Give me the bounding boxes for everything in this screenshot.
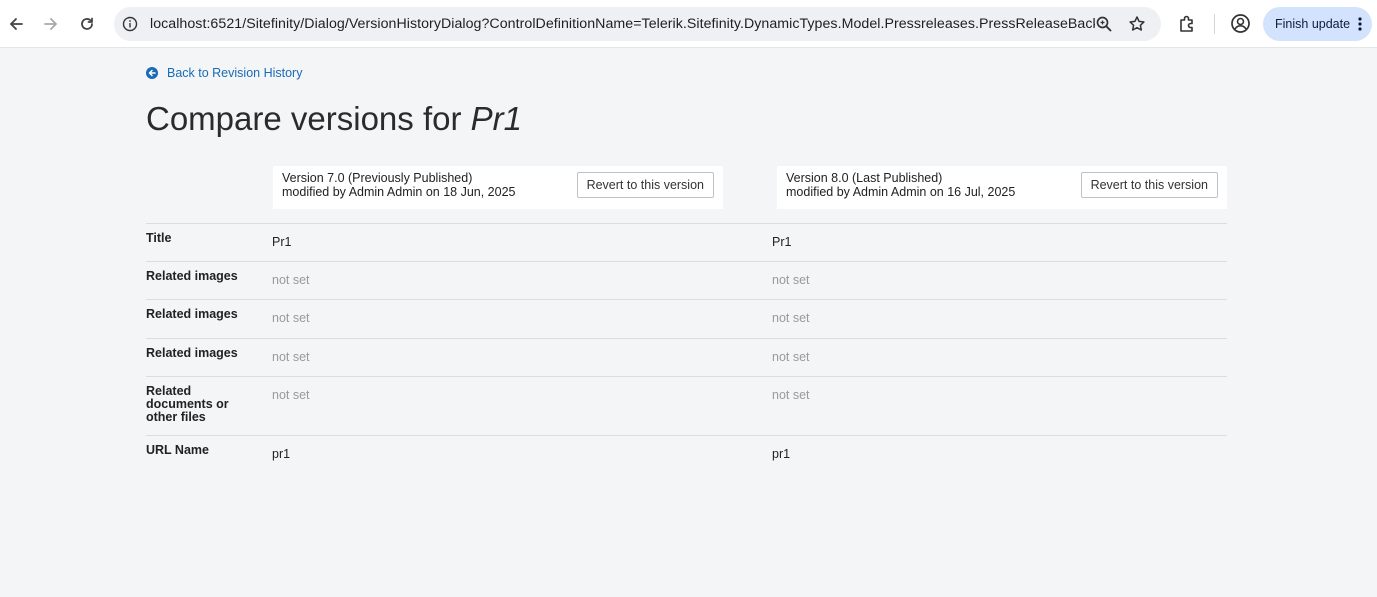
info-icon[interactable] <box>122 16 138 32</box>
version-title: Version 8.0 (Last Published) <box>786 171 943 185</box>
field-label: Related images <box>146 269 238 283</box>
compare-table: Title Pr1 Pr1 Related images not set not… <box>146 223 1227 473</box>
arrow-right-icon <box>44 18 57 30</box>
table-row: URL Name pr1 pr1 <box>146 435 1227 473</box>
field-value-last: not set <box>772 388 810 402</box>
field-value-last: not set <box>772 350 810 364</box>
field-label: Related images <box>146 307 238 321</box>
page-title-prefix: Compare versions for <box>146 100 462 137</box>
field-value-last: not set <box>772 311 810 325</box>
field-value-previous: pr1 <box>272 447 291 461</box>
toolbar-divider <box>1214 14 1215 34</box>
puzzle-icon[interactable] <box>1178 14 1197 33</box>
revert-button[interactable]: Revert to this version <box>1080 172 1218 198</box>
version-card-previous: Version 7.0 (Previously Published) modif… <box>273 166 723 209</box>
field-label: URL Name <box>146 443 209 457</box>
field-label: Title <box>146 231 172 245</box>
version-card-last: Version 8.0 (Last Published) modified by… <box>777 166 1227 209</box>
field-value-previous: Pr1 <box>272 235 292 249</box>
profile-icon[interactable] <box>1230 13 1251 34</box>
page-title: Compare versions for Pr1 <box>146 100 522 138</box>
field-value-last: Pr1 <box>772 235 792 249</box>
reload-icon <box>81 17 93 30</box>
table-row: Title Pr1 Pr1 <box>146 223 1227 261</box>
field-value-previous: not set <box>272 388 310 402</box>
magnifier-icon[interactable] <box>1095 15 1113 33</box>
table-row: Related images not set not set <box>146 261 1227 299</box>
field-label: Related documents or other files <box>146 384 229 424</box>
field-value-previous: not set <box>272 350 310 364</box>
back-to-revision-history-link[interactable]: Back to Revision History <box>146 66 302 80</box>
table-row: Related images not set not set <box>146 299 1227 338</box>
field-value-previous: not set <box>272 273 310 287</box>
page-title-item: Pr1 <box>470 100 522 137</box>
star-icon[interactable] <box>1128 15 1146 33</box>
reload-button[interactable] <box>75 12 99 36</box>
field-value-last: not set <box>772 273 810 287</box>
browser-toolbar: localhost:6521/Sitefinity/Dialog/Version… <box>0 0 1377 48</box>
forward-button[interactable] <box>39 12 63 36</box>
table-row: Related documents or other files not set… <box>146 376 1227 435</box>
field-label: Related images <box>146 346 238 360</box>
finish-update-button[interactable]: Finish update <box>1263 7 1372 41</box>
field-value-previous: not set <box>272 311 310 325</box>
revert-button[interactable]: Revert to this version <box>576 172 714 198</box>
address-bar[interactable]: localhost:6521/Sitefinity/Dialog/Version… <box>114 7 1161 41</box>
version-meta: modified by Admin Admin on 16 Jul, 2025 <box>786 185 1016 199</box>
circle-arrow-left-icon <box>146 67 158 79</box>
back-button[interactable] <box>4 12 28 36</box>
table-row: Related images not set not set <box>146 338 1227 376</box>
arrow-left-icon <box>10 18 23 30</box>
finish-update-label: Finish update <box>1275 17 1351 31</box>
url-text[interactable]: localhost:6521/Sitefinity/Dialog/Version… <box>150 16 1095 32</box>
field-value-last: pr1 <box>772 447 791 461</box>
version-meta: modified by Admin Admin on 18 Jun, 2025 <box>282 185 516 199</box>
version-title: Version 7.0 (Previously Published) <box>282 171 473 185</box>
back-link-label[interactable]: Back to Revision History <box>167 66 302 80</box>
kebab-menu-icon <box>1358 17 1362 31</box>
